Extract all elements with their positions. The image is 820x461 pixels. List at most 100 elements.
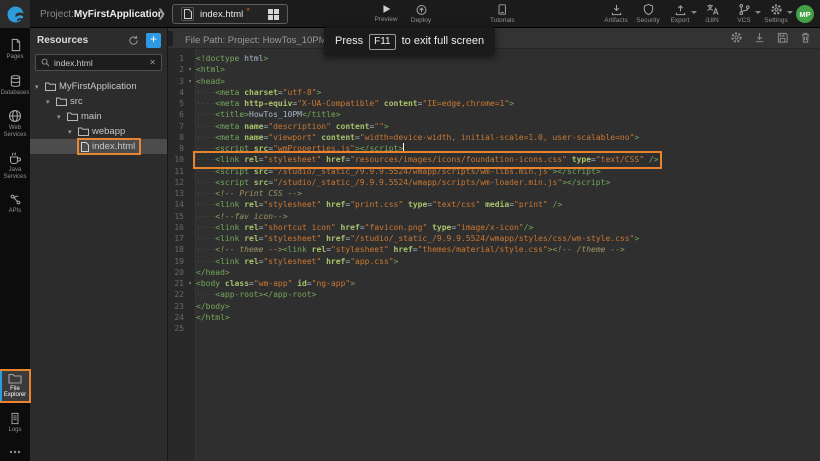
code-line[interactable]: 17····<link rel="stylesheet" href="/stud… <box>168 233 820 244</box>
code-line[interactable]: 3▾<head> <box>168 76 820 87</box>
tree-expand-icon[interactable]: ▾ <box>46 98 53 106</box>
line-number: 5 <box>168 98 184 109</box>
code-text: ····<!-- theme --><link rel="stylesheet"… <box>196 244 625 255</box>
fold-marker-icon <box>184 312 196 323</box>
code-line[interactable]: 19····<link rel="stylesheet" href="app.c… <box>168 256 820 267</box>
sidebar-item-label: File Explorer <box>1 386 29 399</box>
app-logo[interactable] <box>0 0 30 28</box>
line-number: 22 <box>168 289 184 300</box>
code-text: ····<script src="/studio/_static_/9.9.9.… <box>196 177 610 188</box>
search-icon <box>41 58 50 67</box>
code-text: ····<link rel="stylesheet" href="/studio… <box>196 233 639 244</box>
line-number: 2 <box>168 64 184 75</box>
artifacts-button[interactable]: Artifacts <box>604 3 628 24</box>
code-line[interactable]: 11····<script src="/studio/_static_/9.9.… <box>168 166 820 177</box>
code-line[interactable]: 23</body> <box>168 301 820 312</box>
sidebar-item-logs[interactable]: Logs <box>1 410 29 436</box>
fold-marker-icon <box>184 289 196 300</box>
i18n-button[interactable]: i18N <box>700 3 724 24</box>
user-avatar[interactable]: MP <box>796 5 814 23</box>
code-area[interactable]: 1<!doctype html>2▾<html>3▾<head>4····<me… <box>168 49 820 461</box>
action-label: Tutorials <box>490 17 515 24</box>
sidebar-item-apis[interactable]: APIs <box>1 191 29 217</box>
code-line[interactable]: 13····<!-- Print CSS --> <box>168 188 820 199</box>
sidebar-item-pages[interactable]: Pages <box>1 36 29 63</box>
code-line[interactable]: 20</head> <box>168 267 820 278</box>
line-number: 10 <box>168 154 184 165</box>
tree-expand-icon[interactable]: ▾ <box>68 128 75 136</box>
vcs-button[interactable]: VCS <box>732 3 756 24</box>
code-text: ····<meta charset="utf-8"> <box>196 87 321 98</box>
upload-tray-icon <box>674 3 687 16</box>
clear-search-icon[interactable]: ✕ <box>149 58 156 67</box>
preview-button[interactable]: Preview <box>374 3 398 24</box>
code-line[interactable]: 8····<meta name="viewport" content="widt… <box>168 132 820 143</box>
more-dots-icon <box>9 450 21 454</box>
code-line[interactable]: 12····<script src="/studio/_static_/9.9.… <box>168 177 820 188</box>
action-label: Security <box>636 17 659 24</box>
code-line[interactable]: 7····<meta name="description" content=""… <box>168 121 820 132</box>
tree-item-src[interactable]: ▾ src <box>30 94 167 109</box>
code-line[interactable]: 25 <box>168 323 820 334</box>
sidebar-item-web-services[interactable]: Web Services <box>1 107 29 140</box>
code-line[interactable]: 5····<meta http-equiv="X-UA-Compatible" … <box>168 98 820 109</box>
tree-expand-icon[interactable]: ▾ <box>57 113 64 121</box>
search-input[interactable] <box>54 58 145 68</box>
file-tree: ▾MyFirstApplication▾src▾main▾webappindex… <box>30 79 167 154</box>
tree-expand-icon[interactable]: ▾ <box>35 83 42 91</box>
export-button[interactable]: Export <box>668 3 692 24</box>
translate-icon <box>706 3 719 16</box>
sidebar-item-java-services[interactable]: Java Services <box>1 149 29 182</box>
code-text: ····<title>HowTos_10PM</title> <box>196 109 341 120</box>
code-line[interactable]: 6····<title>HowTos_10PM</title> <box>168 109 820 120</box>
save-file-icon[interactable] <box>776 31 789 44</box>
action-label: VCS <box>737 17 750 24</box>
security-button[interactable]: Security <box>636 3 660 24</box>
code-line[interactable]: 18····<!-- theme --><link rel="styleshee… <box>168 244 820 255</box>
tab-index-html[interactable]: index.html * <box>172 4 288 24</box>
code-text: </head> <box>196 267 230 278</box>
sidebar-item-label: Logs <box>8 427 21 434</box>
code-line[interactable]: 4····<meta charset="utf-8"> <box>168 87 820 98</box>
tutorials-button[interactable]: Tutorials <box>490 3 515 24</box>
download-file-icon[interactable] <box>753 31 766 44</box>
code-line[interactable]: 14····<link rel="stylesheet" href="print… <box>168 199 820 210</box>
sidebar-item-file-explorer[interactable]: File Explorer <box>1 371 29 401</box>
code-line[interactable]: 21▾<body class="wm-app" id="ng-app"> <box>168 278 820 289</box>
tree-item-label: src <box>70 96 83 107</box>
refresh-icon[interactable] <box>128 35 139 46</box>
globe-icon <box>8 109 22 123</box>
gear-icon <box>770 3 783 16</box>
code-line[interactable]: 24</html> <box>168 312 820 323</box>
fold-marker-icon[interactable]: ▾ <box>184 64 196 75</box>
line-number: 7 <box>168 121 184 132</box>
tree-item-webapp[interactable]: ▾webapp <box>30 124 167 139</box>
top-bar: Project:MyFirstApplication ❯ index.html … <box>0 0 820 28</box>
tree-item-main[interactable]: ▾main <box>30 109 167 124</box>
delete-file-icon[interactable] <box>799 31 812 44</box>
left-sidebar: Pages Databases Web Services Java Services A… <box>0 28 30 461</box>
fold-marker-icon <box>184 188 196 199</box>
breadcrumb-chevron-icon: ❯ <box>157 7 166 20</box>
split-grid-icon[interactable] <box>268 9 279 20</box>
sidebar-more-button[interactable] <box>1 448 29 456</box>
unsaved-marker: * <box>246 6 250 16</box>
code-line[interactable]: 22····<app-root></app-root> <box>168 289 820 300</box>
editor-settings-gear-icon[interactable] <box>730 31 743 44</box>
fold-marker-icon[interactable]: ▾ <box>184 76 196 87</box>
tree-item-index.html[interactable]: index.html <box>30 139 167 154</box>
code-line[interactable]: 9····<script src="wmProperties.js"></scr… <box>168 143 820 154</box>
code-line[interactable]: 10····<link rel="stylesheet" href="resou… <box>168 154 820 165</box>
sidebar-item-databases[interactable]: Databases <box>1 72 29 99</box>
project-breadcrumb: Project:MyFirstApplication <box>40 0 164 28</box>
fold-marker-icon[interactable]: ▾ <box>184 278 196 289</box>
code-line[interactable]: 16····<link rel="shortcut icon" href="fa… <box>168 222 820 233</box>
code-line[interactable]: 15····<!--fav icon--> <box>168 211 820 222</box>
code-line[interactable]: 2▾<html> <box>168 64 820 75</box>
code-text: <!doctype html> <box>196 53 268 64</box>
tree-item-myfirstapplication[interactable]: ▾MyFirstApplication <box>30 79 167 94</box>
settings-button[interactable]: Settings <box>764 3 788 24</box>
add-resource-button[interactable]: + <box>146 33 161 48</box>
deploy-button[interactable]: Deploy <box>409 3 433 24</box>
tree-file-icon <box>81 142 89 152</box>
